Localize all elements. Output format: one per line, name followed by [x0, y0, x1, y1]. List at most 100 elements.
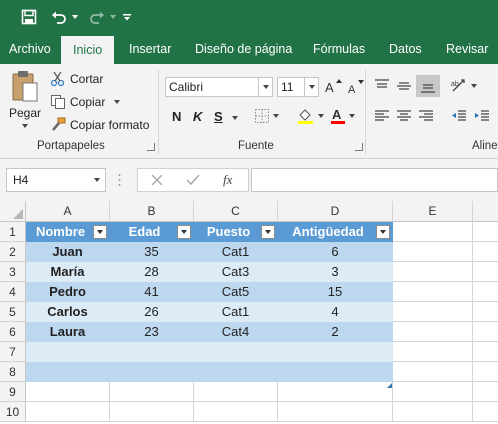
table-cell-puesto[interactable]: Cat1 [194, 242, 278, 262]
font-launcher-icon[interactable] [355, 143, 363, 151]
align-right-button[interactable] [417, 108, 435, 124]
grid-cell[interactable] [393, 362, 473, 382]
row-header-2[interactable]: 2 [0, 242, 26, 262]
table-cell-puesto[interactable]: Cat3 [194, 262, 278, 282]
orientation-dropdown-icon[interactable] [471, 84, 477, 88]
tab-datos[interactable]: Datos [389, 34, 422, 64]
grid-cell[interactable] [393, 342, 473, 362]
row-header-8[interactable]: 8 [0, 362, 26, 382]
redo-icon[interactable] [86, 6, 108, 28]
row-header-10[interactable]: 10 [0, 402, 26, 422]
row-header-4[interactable]: 4 [0, 282, 26, 302]
table-cell-antiguedad[interactable]: 3 [278, 262, 393, 282]
table-cell-nombre[interactable]: Laura [26, 322, 110, 342]
table-empty-cell[interactable] [194, 362, 278, 382]
enter-icon[interactable] [186, 174, 200, 186]
align-middle-button[interactable] [395, 78, 413, 94]
grid-cell[interactable] [278, 402, 393, 422]
copy-button[interactable]: Copiar [50, 93, 121, 111]
table-cell-nombre[interactable]: Carlos [26, 302, 110, 322]
clipboard-launcher-icon[interactable] [147, 143, 155, 151]
table-empty-cell[interactable] [194, 342, 278, 362]
table-cell-antiguedad[interactable]: 2 [278, 322, 393, 342]
font-family-dropdown-icon[interactable] [258, 78, 272, 96]
grid-cell[interactable] [393, 302, 473, 322]
customize-toolbar-icon[interactable] [120, 6, 134, 28]
font-size-select[interactable]: 11 [277, 77, 319, 97]
italic-button[interactable]: K [193, 109, 202, 124]
row-header-6[interactable]: 6 [0, 322, 26, 342]
grid-cell[interactable] [473, 222, 498, 242]
grid-cell[interactable] [393, 282, 473, 302]
table-header-puesto[interactable]: Puesto [194, 222, 278, 242]
undo-dropdown-icon[interactable] [70, 6, 80, 28]
formula-input[interactable] [251, 168, 498, 192]
table-empty-cell[interactable] [26, 342, 110, 362]
grid-cell[interactable] [393, 382, 473, 402]
tab-formulas[interactable]: Fórmulas [313, 34, 365, 64]
grid-cell[interactable] [473, 342, 498, 362]
redo-dropdown-icon[interactable] [108, 6, 118, 28]
table-cell-nombre[interactable]: María [26, 262, 110, 282]
borders-button[interactable] [254, 108, 279, 124]
table-cell-antiguedad[interactable]: 15 [278, 282, 393, 302]
grid-cell[interactable] [473, 302, 498, 322]
grid-cell[interactable] [278, 382, 393, 402]
table-empty-cell[interactable] [278, 362, 393, 382]
column-header-b[interactable]: B [110, 201, 194, 222]
cut-button[interactable]: Cortar [50, 70, 103, 88]
grid-cell[interactable] [26, 382, 110, 402]
orientation-button[interactable]: ab [450, 77, 477, 95]
table-cell-antiguedad[interactable]: 6 [278, 242, 393, 262]
filter-dropdown-icon[interactable] [177, 225, 191, 239]
table-cell-edad[interactable]: 41 [110, 282, 194, 302]
grid-cell[interactable] [473, 242, 498, 262]
filter-dropdown-icon[interactable] [376, 225, 390, 239]
table-cell-nombre[interactable]: Juan [26, 242, 110, 262]
filter-dropdown-icon[interactable] [261, 225, 275, 239]
row-header-5[interactable]: 5 [0, 302, 26, 322]
table-cell-edad[interactable]: 26 [110, 302, 194, 322]
formula-bar-splitter[interactable] [118, 172, 121, 188]
underline-dropdown-icon[interactable] [232, 116, 238, 120]
grid-cell[interactable] [393, 222, 473, 242]
grid-cell[interactable] [473, 282, 498, 302]
table-header-edad[interactable]: Edad [110, 222, 194, 242]
table-empty-cell[interactable] [26, 362, 110, 382]
undo-icon[interactable] [48, 6, 70, 28]
row-header-9[interactable]: 9 [0, 382, 26, 402]
grid-cell[interactable] [473, 362, 498, 382]
font-color-dropdown-icon[interactable] [349, 114, 355, 118]
row-header-1[interactable]: 1 [0, 222, 26, 242]
table-cell-edad[interactable]: 28 [110, 262, 194, 282]
grid-cell[interactable] [26, 402, 110, 422]
decrease-indent-button[interactable] [450, 108, 468, 124]
tab-archivo[interactable]: Archivo [9, 34, 51, 64]
grid-cell[interactable] [473, 262, 498, 282]
underline-button[interactable]: S [214, 109, 223, 124]
fill-color-dropdown-icon[interactable] [318, 114, 324, 118]
grid-cell[interactable] [110, 382, 194, 402]
table-empty-cell[interactable] [110, 342, 194, 362]
align-top-button[interactable] [373, 78, 391, 94]
table-empty-cell[interactable] [278, 342, 393, 362]
fill-color-button[interactable] [297, 107, 324, 125]
row-header-7[interactable]: 7 [0, 342, 26, 362]
grid-cell[interactable] [110, 402, 194, 422]
column-header-e[interactable]: E [393, 201, 473, 222]
increase-font-size-button[interactable]: A [325, 78, 343, 94]
row-header-3[interactable]: 3 [0, 262, 26, 282]
column-header-f[interactable] [473, 201, 498, 222]
font-size-dropdown-icon[interactable] [304, 78, 318, 96]
table-cell-puesto[interactable]: Cat1 [194, 302, 278, 322]
grid-cell[interactable] [393, 262, 473, 282]
font-family-select[interactable]: Calibri [165, 77, 273, 97]
align-left-button[interactable] [373, 108, 391, 124]
column-header-c[interactable]: C [194, 201, 278, 222]
font-color-button[interactable]: A [330, 107, 355, 125]
save-icon[interactable] [18, 6, 40, 28]
table-empty-cell[interactable] [110, 362, 194, 382]
table-cell-nombre[interactable]: Pedro [26, 282, 110, 302]
tab-inicio[interactable]: Inicio [61, 36, 115, 64]
increase-indent-button[interactable] [473, 108, 491, 124]
